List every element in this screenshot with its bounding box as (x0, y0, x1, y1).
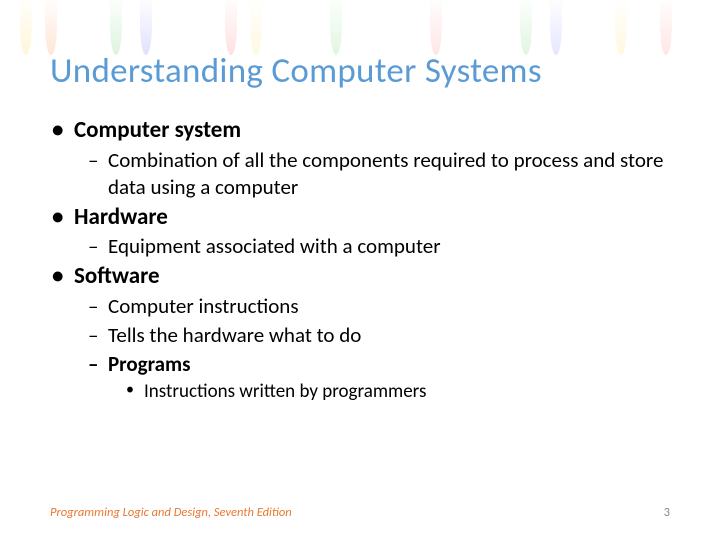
slide-title: Understanding Computer Systems (0, 0, 720, 102)
bullet-level-2: Instructions written by programmers (50, 380, 670, 405)
bullet-level-1: Equipment associated with a computer (50, 233, 670, 260)
bullet-level-0: Hardware (50, 203, 670, 232)
slide-footer: Programming Logic and Design, Seventh Ed… (0, 505, 720, 520)
bullet-level-0: Computer system (50, 116, 670, 145)
bullet-level-1: Computer instructions (50, 293, 670, 320)
footer-text: Programming Logic and Design, Seventh Ed… (50, 505, 292, 520)
bullet-level-1: Tells the hardware what to do (50, 322, 670, 349)
bullet-level-1-bold: Programs (50, 351, 670, 378)
slide-content: Computer system Combination of all the c… (0, 102, 720, 404)
bullet-level-1: Combination of all the components requir… (50, 147, 670, 201)
bullet-list: Computer system Combination of all the c… (50, 116, 670, 404)
bullet-level-0: Software (50, 262, 670, 291)
page-number: 3 (664, 505, 670, 520)
